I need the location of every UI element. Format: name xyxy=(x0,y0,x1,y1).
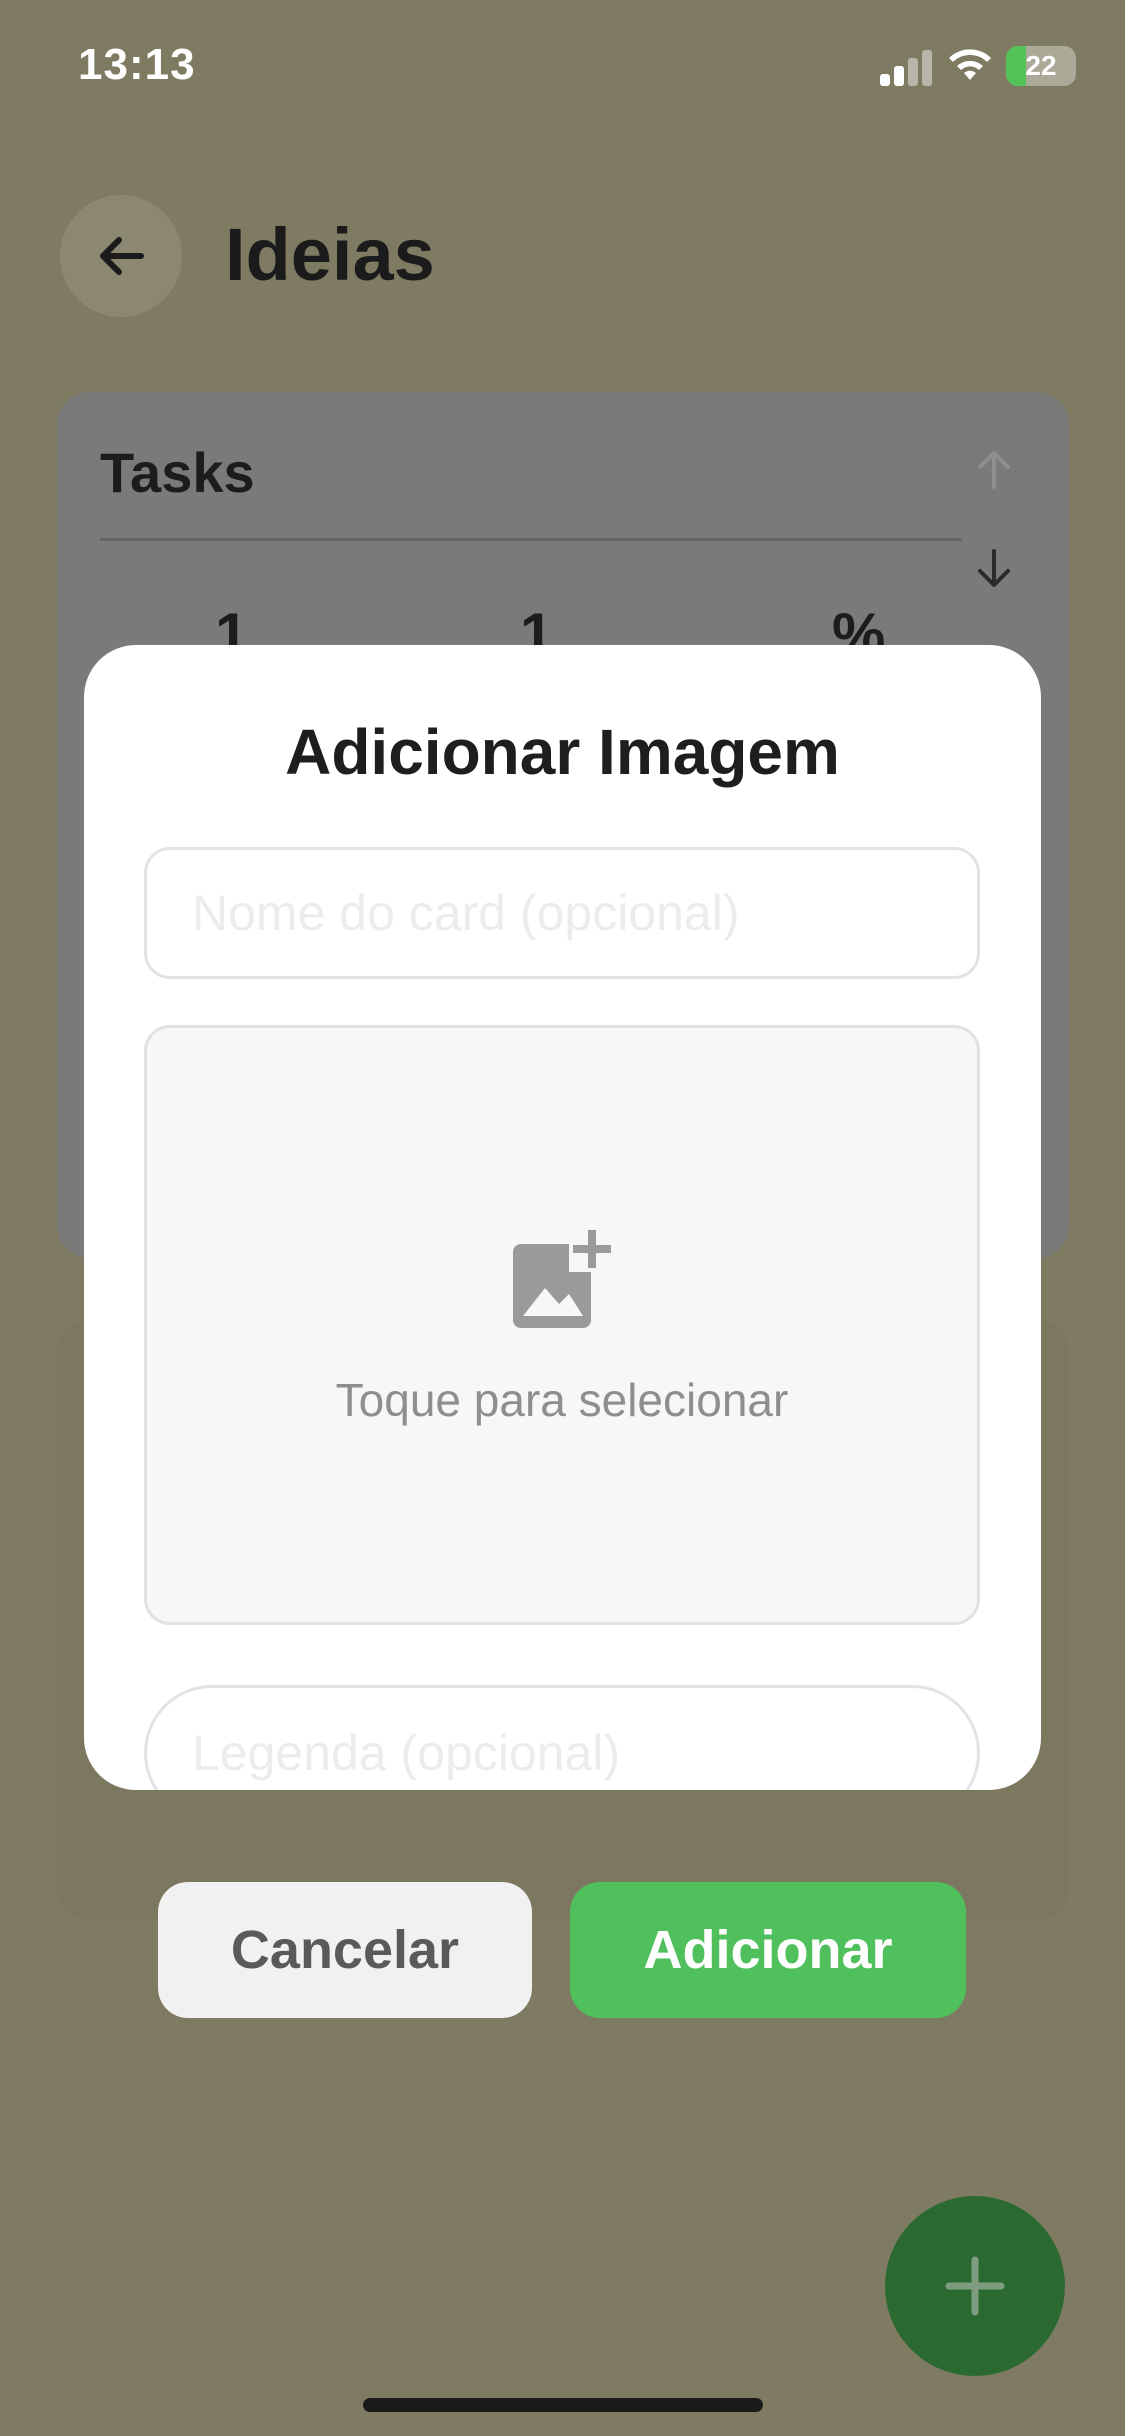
card-name-input[interactable] xyxy=(144,847,980,979)
status-time: 13:13 xyxy=(78,40,196,89)
add-fab-button[interactable] xyxy=(885,2196,1065,2376)
divider xyxy=(100,538,962,541)
page-title: Ideias xyxy=(225,213,435,296)
cancel-button[interactable]: Cancelar xyxy=(158,1882,532,2018)
arrow-down-icon[interactable] xyxy=(970,545,1018,593)
home-indicator xyxy=(363,2398,763,2412)
modal-title: Adicionar Imagem xyxy=(285,716,840,788)
cellular-signal-icon xyxy=(880,50,936,86)
image-picker[interactable]: Toque para selecionar xyxy=(144,1025,980,1625)
arrow-left-icon xyxy=(100,237,144,275)
arrow-up-icon[interactable] xyxy=(970,445,1018,493)
picker-hint: Toque para selecionar xyxy=(335,1374,789,1426)
tasks-card-title: Tasks xyxy=(100,441,255,504)
add-photo-icon xyxy=(513,1226,615,1328)
add-image-modal: Adicionar Imagem Toque para selecionar xyxy=(84,645,1041,1790)
battery-percent: 22 xyxy=(1025,50,1057,81)
caption-input[interactable] xyxy=(144,1685,980,1790)
add-button[interactable]: Adicionar xyxy=(570,1882,966,2018)
wifi-icon xyxy=(949,49,991,80)
back-button[interactable] xyxy=(60,195,182,317)
plus-icon xyxy=(945,2256,1005,2316)
